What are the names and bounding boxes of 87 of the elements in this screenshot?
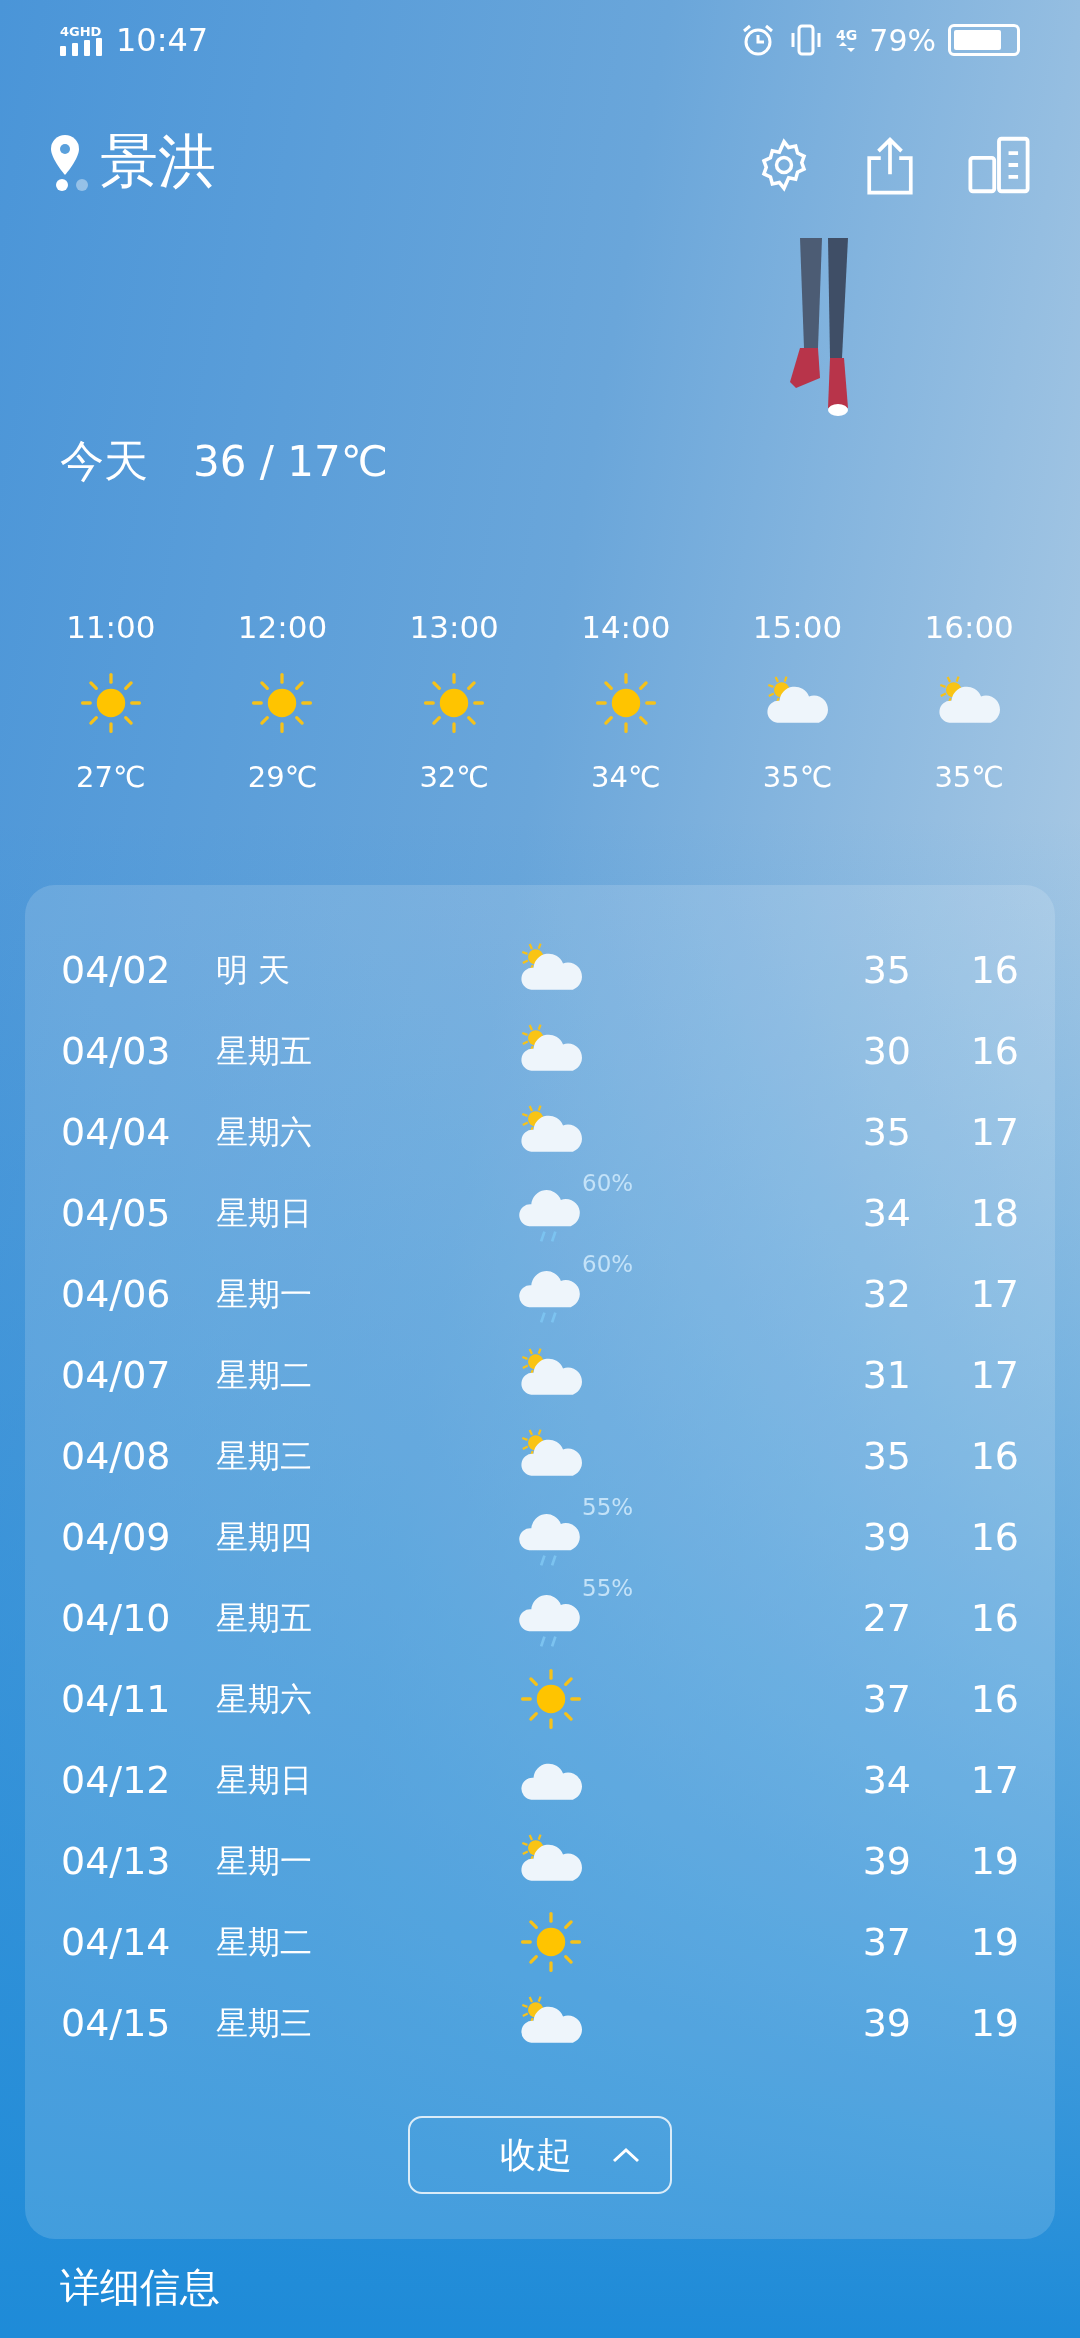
status-time: 10:47 (116, 20, 209, 61)
forecast-date: 04/05 (61, 1189, 172, 1237)
forecast-day: 星期四 (216, 1513, 516, 1561)
hour-temperature: 35℃ (762, 759, 833, 796)
forecast-low: 19 (969, 1999, 1019, 2047)
forecast-day: 星期六 (216, 1108, 516, 1156)
forecast-high: 39 (861, 1513, 912, 1561)
forecast-day: 星期一 (216, 1837, 516, 1885)
forecast-low: 17 (969, 1270, 1019, 1318)
forecast-day: 星期日 (216, 1756, 516, 1804)
forecast-low: 16 (969, 946, 1019, 994)
hour-temperature: 34℃ (591, 759, 661, 796)
forecast-date: 04/15 (61, 1999, 172, 2047)
forecast-low: 17 (969, 1756, 1019, 1804)
network-type: 4GHD (60, 24, 102, 38)
forecast-date: 04/07 (61, 1351, 172, 1399)
forecast-day: 星期日 (216, 1189, 516, 1237)
forecast-date: 04/10 (61, 1594, 172, 1642)
city-list-icon[interactable] (968, 136, 1030, 194)
forecast-high: 37 (861, 1918, 912, 1966)
rain-chance: 55% (582, 1493, 634, 1522)
battery-icon (948, 24, 1020, 56)
hour-time: 13:00 (409, 607, 499, 647)
forecast-date: 04/09 (61, 1513, 172, 1561)
forecast-high: 39 (861, 1999, 912, 2047)
hour-temperature: 27℃ (76, 759, 146, 796)
forecast-date: 04/04 (61, 1108, 172, 1156)
forecast-low: 16 (969, 1513, 1019, 1561)
forecast-high: 34 (861, 1756, 912, 1804)
forecast-day: 星期六 (216, 1675, 516, 1723)
location-pin-icon (50, 135, 80, 175)
hour-time: 11:00 (66, 607, 156, 647)
forecast-date: 04/11 (61, 1675, 172, 1723)
forecast-high: 30 (861, 1027, 912, 1075)
forecast-date: 04/12 (61, 1756, 172, 1804)
hour-time: 12:00 (237, 607, 328, 647)
forecast-date: 04/02 (61, 946, 172, 994)
forecast-date: 04/13 (61, 1837, 172, 1885)
forecast-day: 星期五 (216, 1594, 516, 1642)
rain-chance: 60% (582, 1169, 634, 1198)
hour-temperature: 29℃ (247, 759, 318, 796)
forecast-date: 04/03 (61, 1027, 172, 1075)
forecast-high: 39 (861, 1837, 912, 1885)
forecast-low: 16 (969, 1027, 1019, 1075)
signal-icon (60, 37, 104, 56)
forecast-day: 星期一 (216, 1270, 516, 1318)
forecast-high: 35 (861, 946, 912, 994)
forecast-high: 34 (861, 1189, 912, 1237)
forecast-day: 星期二 (216, 1918, 516, 1966)
forecast-high: 32 (861, 1270, 912, 1318)
forecast-day: 星期二 (216, 1351, 516, 1399)
forecast-low: 17 (969, 1351, 1019, 1399)
forecast-low: 18 (969, 1189, 1019, 1237)
forecast-high: 35 (861, 1108, 912, 1156)
forecast-low: 17 (969, 1108, 1019, 1156)
today-temperature: 36 / 17℃ (193, 435, 388, 488)
forecast-date: 04/06 (61, 1270, 172, 1318)
forecast-high: 37 (861, 1675, 912, 1723)
collapse-button[interactable]: 收起 (408, 2115, 672, 2194)
hour-time: 14:00 (581, 607, 671, 647)
forecast-low: 16 (969, 1432, 1019, 1480)
forecast-day: 星期五 (216, 1027, 516, 1075)
battery-percent: 79% (869, 21, 936, 60)
forecast-low: 19 (969, 1918, 1019, 1966)
hour-temperature: 32℃ (419, 759, 489, 796)
forecast-day: 明 天 (216, 946, 516, 994)
data-type: 4G (836, 28, 858, 42)
hour-time: 16:00 (924, 607, 1014, 647)
data-arrows-icon (837, 42, 856, 52)
forecast-high: 35 (861, 1432, 912, 1480)
forecast-high: 27 (861, 1594, 912, 1642)
city-name: 景洪 (100, 126, 216, 197)
forecast-date: 04/08 (61, 1432, 172, 1480)
section-title: 详细信息 (60, 2263, 220, 2310)
forecast-low: 16 (969, 1675, 1019, 1723)
rain-chance: 60% (582, 1250, 634, 1279)
caret-up-icon (612, 2146, 640, 2163)
rain-chance: 55% (582, 1574, 634, 1603)
hour-temperature: 35℃ (934, 759, 1004, 796)
forecast-day: 星期三 (216, 1432, 516, 1480)
hour-time: 15:00 (752, 607, 843, 647)
forecast-low: 19 (969, 1837, 1019, 1885)
forecast-high: 31 (861, 1351, 912, 1399)
today-label: 今天 (60, 433, 148, 488)
forecast-day: 星期三 (216, 1999, 516, 2047)
forecast-date: 04/14 (61, 1918, 172, 1966)
forecast-low: 16 (969, 1594, 1019, 1642)
